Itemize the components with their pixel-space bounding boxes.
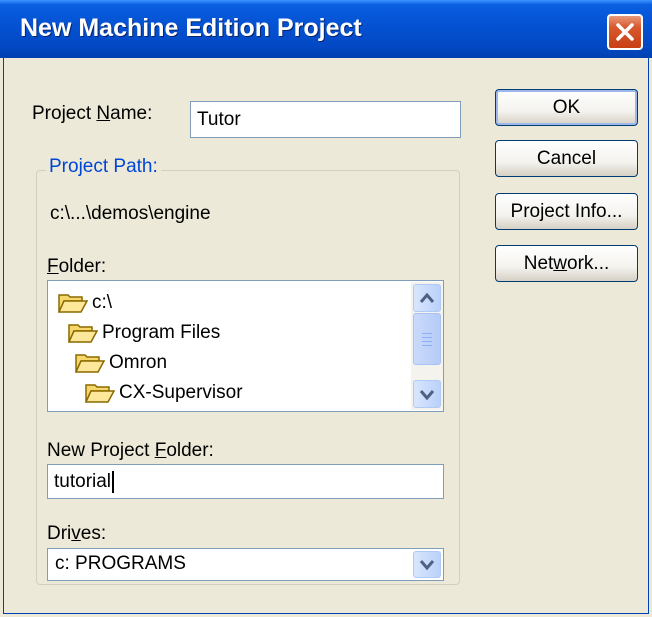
close-button[interactable]: [607, 14, 643, 50]
folder-item-label: Program Files: [102, 322, 221, 343]
scroll-up-arrow-icon: [419, 292, 435, 303]
new-project-folder-input[interactable]: tutorial: [47, 464, 444, 499]
project-path-group-label: Project Path:: [46, 156, 161, 178]
folder-item-label: CX-Supervisor: [119, 382, 243, 403]
folder-list-scrollbar[interactable]: [411, 282, 443, 410]
folder-item-c[interactable]: c:\: [58, 288, 112, 318]
scroll-down-arrow-icon: [419, 390, 435, 400]
project-info-button[interactable]: Project Info...: [495, 193, 638, 230]
open-folder-icon: [68, 324, 98, 343]
folder-label: Folder:: [47, 256, 107, 277]
folder-list[interactable]: c:\ Program Files Omron CX-Supervisor: [47, 280, 444, 412]
text-caret: [112, 470, 115, 493]
ok-button[interactable]: OK: [495, 89, 638, 126]
new-project-folder-value: tutorial: [54, 470, 112, 492]
network-button-label: Network...: [523, 252, 610, 274]
ok-button-label: OK: [552, 96, 581, 118]
new-project-folder-label: New Project Folder:: [47, 440, 214, 461]
close-icon: [616, 23, 634, 41]
project-info-button-label: Project Info...: [510, 200, 623, 222]
open-folder-icon: [85, 384, 115, 403]
network-button[interactable]: Network...: [495, 245, 638, 282]
open-folder-icon: [75, 354, 105, 373]
project-name-input[interactable]: Tutor: [190, 101, 461, 138]
cancel-button-label: Cancel: [536, 147, 597, 169]
scroll-down-button[interactable]: [413, 380, 441, 408]
drives-label: Drives:: [47, 523, 107, 544]
window-title: New Machine Edition Project: [20, 14, 362, 42]
project-name-value: Tutor: [197, 108, 241, 130]
folder-item-label: Omron: [109, 352, 168, 373]
drives-selected-value: c: PROGRAMS: [55, 553, 186, 574]
folder-item-label: c:\: [92, 292, 113, 313]
open-folder-icon: [58, 294, 88, 313]
folder-item-omron[interactable]: Omron: [75, 348, 167, 378]
drives-select[interactable]: c: PROGRAMS: [47, 548, 444, 581]
scroll-up-button[interactable]: [413, 284, 441, 312]
title-bar[interactable]: New Machine Edition Project: [0, 0, 652, 58]
project-path-value: c:\...\demos\engine: [50, 203, 211, 224]
dropdown-arrow-icon: [419, 560, 435, 570]
cancel-button[interactable]: Cancel: [495, 140, 638, 177]
folder-item-program-files[interactable]: Program Files: [68, 318, 220, 348]
project-name-label: Project Name:: [32, 103, 153, 124]
folder-item-cx-supervisor[interactable]: CX-Supervisor: [85, 378, 243, 408]
drives-dropdown-button[interactable]: [413, 551, 441, 578]
scroll-thumb[interactable]: [413, 313, 441, 365]
dialog-window: New Machine Edition Project Project Name…: [0, 0, 652, 617]
